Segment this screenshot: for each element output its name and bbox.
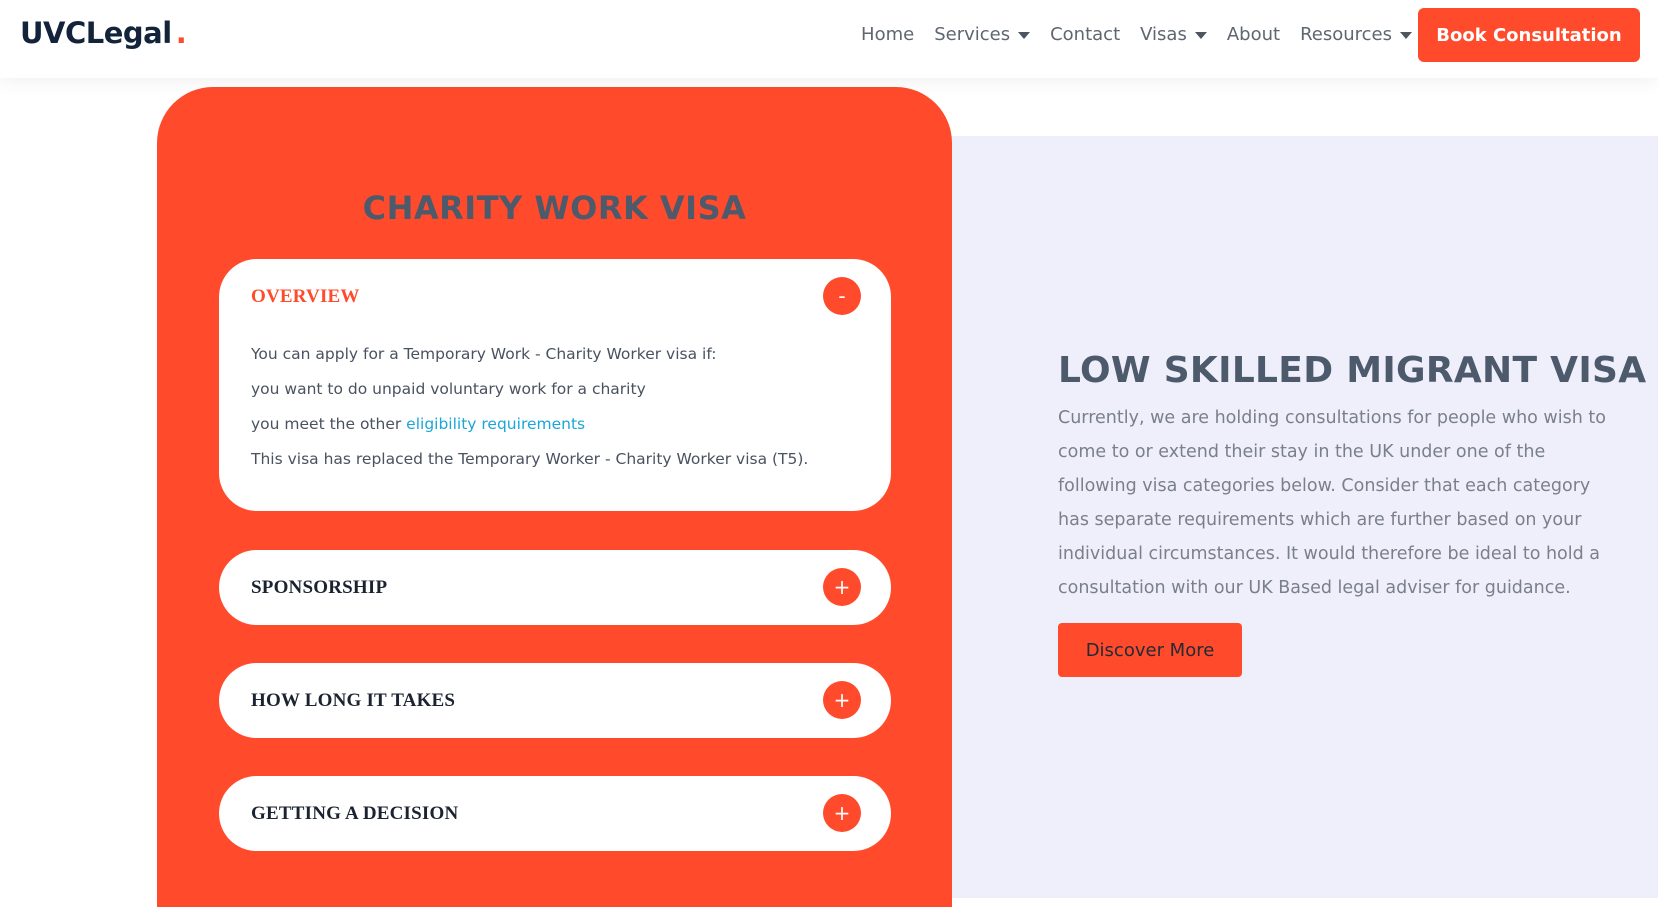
card-title: CHARITY WORK VISA (362, 189, 747, 227)
accordion-heading[interactable]: HOW LONG IT TAKES (251, 663, 455, 738)
accordion-heading[interactable]: OVERVIEW (251, 259, 360, 334)
nav-contact-label: Contact (1050, 24, 1121, 45)
nav-visas[interactable]: Visas (1140, 24, 1207, 45)
nav-about[interactable]: About (1227, 24, 1280, 45)
nav-services[interactable]: Services (934, 24, 1031, 45)
nav-visas-label: Visas (1140, 24, 1187, 45)
accordion-item-how-long[interactable]: HOW LONG IT TAKES + (219, 663, 891, 738)
overview-line: you meet the other eligibility requireme… (251, 407, 851, 442)
nav-links: Home Services Contact Visas About Resour… (841, 24, 1412, 45)
visa-card: CHARITY WORK VISA OVERVIEW - You can app… (157, 87, 952, 907)
nav-home[interactable]: Home (861, 24, 914, 45)
chevron-down-icon (1194, 32, 1207, 39)
accordion-heading[interactable]: GETTING A DECISION (251, 776, 458, 851)
side-title: LOW SKILLED MIGRANT VISA (1058, 350, 1647, 391)
accordion-heading[interactable]: SPONSORSHIP (251, 550, 387, 625)
expand-icon[interactable]: + (823, 681, 861, 719)
overview-line-prefix: you meet the other (251, 415, 407, 433)
accordion-item-sponsorship[interactable]: SPONSORSHIP + (219, 550, 891, 625)
top-navbar: UVCLegal. Home Services Contact Visas Ab… (0, 0, 1658, 78)
nav-resources[interactable]: Resources (1300, 24, 1412, 45)
chevron-down-icon (1400, 32, 1412, 39)
nav-contact[interactable]: Contact (1050, 24, 1120, 45)
accordion-body: You can apply for a Temporary Work - Cha… (251, 337, 851, 477)
chevron-down-icon (1018, 32, 1031, 39)
eligibility-requirements-link[interactable]: eligibility requirements (406, 415, 585, 433)
expand-icon[interactable]: + (823, 794, 861, 832)
overview-line: This visa has replaced the Temporary Wor… (251, 450, 809, 468)
overview-line: You can apply for a Temporary Work - Cha… (251, 345, 717, 363)
collapse-icon[interactable]: - (823, 277, 861, 315)
side-paragraph: Currently, we are holding consultations … (1058, 408, 1606, 598)
nav-home-label: Home (861, 24, 915, 45)
expand-icon[interactable]: + (823, 568, 861, 606)
overview-line: you want to do unpaid voluntary work for… (251, 380, 646, 398)
logo-text: UVCLegal (20, 16, 172, 50)
accordion-item-decision[interactable]: GETTING A DECISION + (219, 776, 891, 851)
side-panel: LOW SKILLED MIGRANT VISA Currently, we a… (950, 136, 1658, 898)
book-consultation-button[interactable]: Book Consultation (1418, 8, 1640, 62)
nav-about-label: About (1226, 24, 1281, 45)
logo-dot: . (175, 16, 187, 50)
side-content: LOW SKILLED MIGRANT VISA Currently, we a… (1058, 350, 1647, 677)
site-logo[interactable]: UVCLegal. (20, 16, 187, 50)
nav-services-label: Services (934, 24, 1011, 45)
accordion-item-overview: OVERVIEW - You can apply for a Temporary… (219, 259, 891, 511)
discover-more-button[interactable]: Discover More (1058, 623, 1242, 677)
nav-resources-label: Resources (1300, 24, 1392, 45)
